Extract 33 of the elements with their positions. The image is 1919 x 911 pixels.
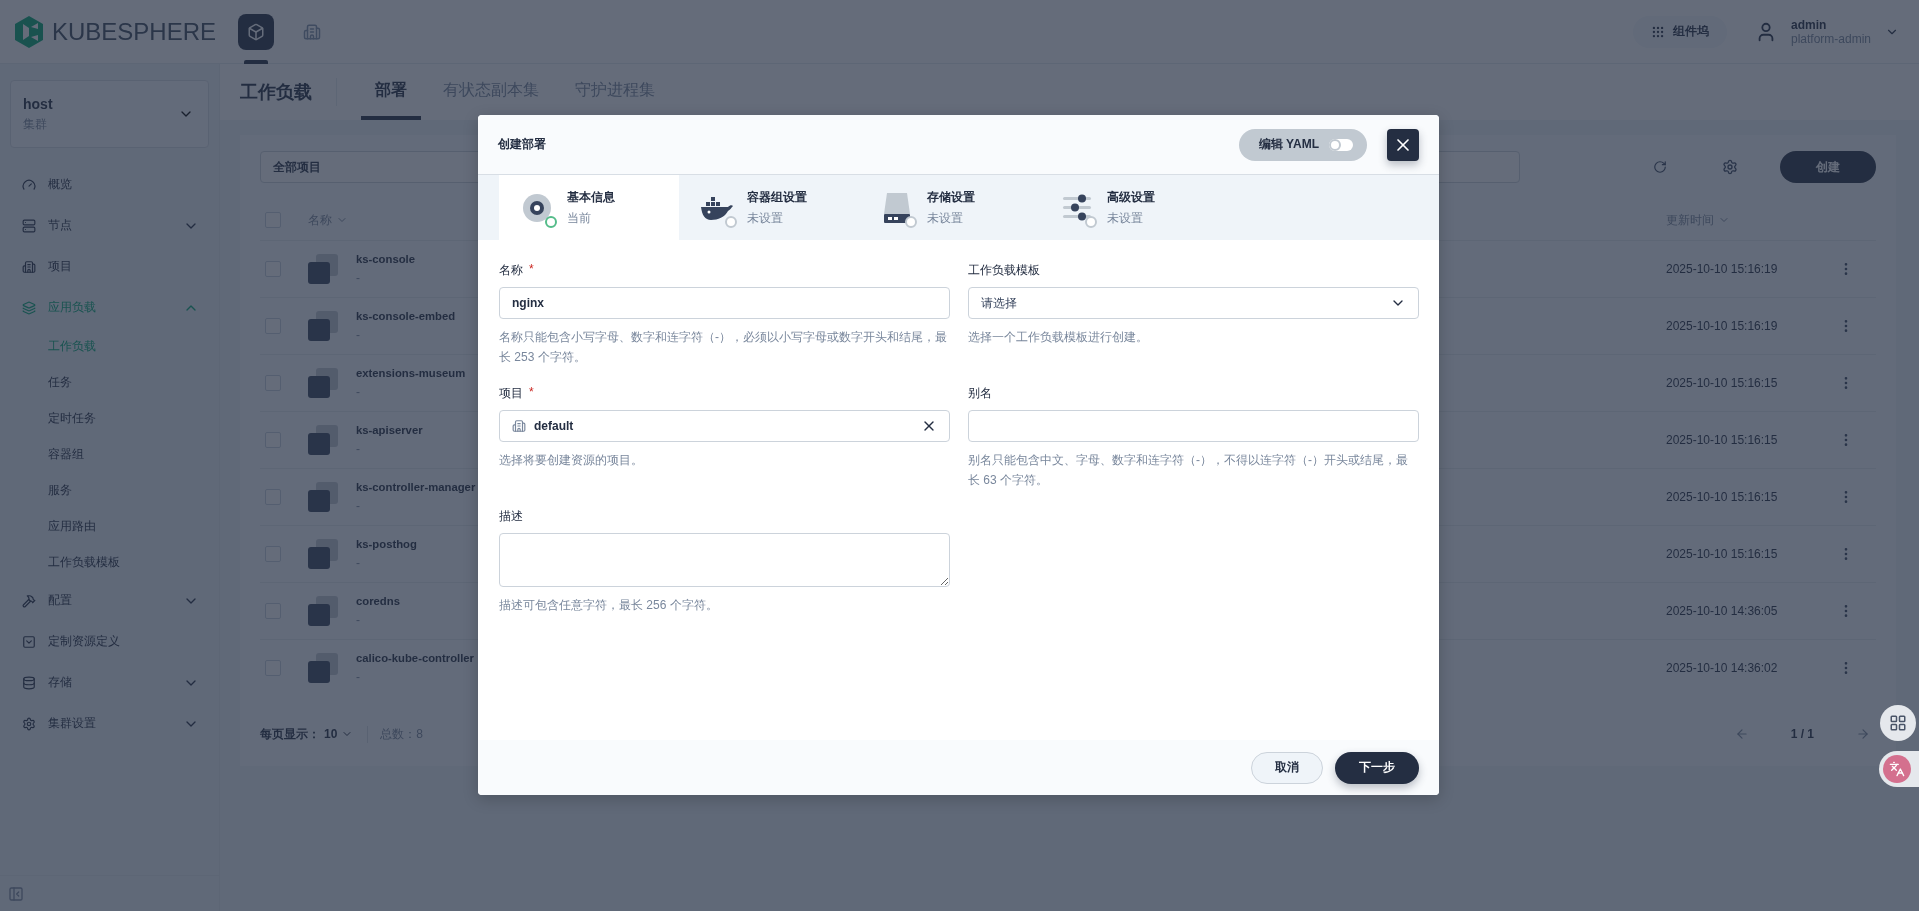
dialog-title: 创建部署	[498, 136, 547, 153]
update-time: 2025-10-10 15:16:15	[1666, 547, 1779, 561]
field-label: 描述	[499, 508, 523, 525]
field-label: 名称	[499, 262, 523, 279]
field-hint: 选择一个工作负载模板进行创建。	[968, 329, 1149, 346]
update-time: 2025-10-10 14:36:05	[1666, 604, 1779, 618]
workload-description: -	[356, 271, 361, 285]
required-mark: *	[529, 262, 534, 278]
workload-description: -	[356, 385, 361, 399]
workload-description: -	[356, 556, 361, 570]
field-hint: 描述可包含任意字符，最长 256 个字符。	[499, 597, 719, 614]
update-time: 2025-10-10 15:16:19	[1666, 319, 1779, 333]
field-label: 别名	[968, 385, 992, 402]
update-time: 2025-10-10 15:16:15	[1666, 376, 1779, 390]
field-hint: 选择将要创建资源的项目。	[499, 452, 644, 469]
update-time: 2025-10-10 14:36:02	[1666, 661, 1779, 675]
page-number: 1 / 1	[1790, 727, 1814, 741]
update-time: 2025-10-10 15:16:15	[1666, 433, 1779, 447]
workload-description: -	[356, 442, 361, 456]
field-hint: 别名只能包含中文、字母、数字和连字符（-），不得以连字符（-）开头或结尾，最长 63 个字符。	[968, 452, 1409, 489]
logo-text: KUBESPHERE	[52, 17, 217, 46]
workload-description: -	[356, 499, 361, 513]
workload-description: -	[356, 670, 361, 684]
page-size-label: 每页显示：	[260, 725, 320, 743]
user-name: admin	[1790, 17, 1828, 32]
required-mark: *	[529, 385, 534, 401]
workload-description: -	[356, 613, 361, 627]
update-time: 2025-10-10 15:16:15	[1666, 490, 1779, 504]
field-label: 项目	[499, 385, 523, 402]
workload-description: -	[356, 328, 361, 342]
update-time: 2025-10-10 15:16:19	[1666, 262, 1779, 276]
field-hint: 名称只能包含小写字母、数字和连字符（-），必须以小写字母或数字开头和结尾，最长 253 个字符。	[499, 329, 948, 366]
field-label: 工作负载模板	[968, 262, 1040, 279]
